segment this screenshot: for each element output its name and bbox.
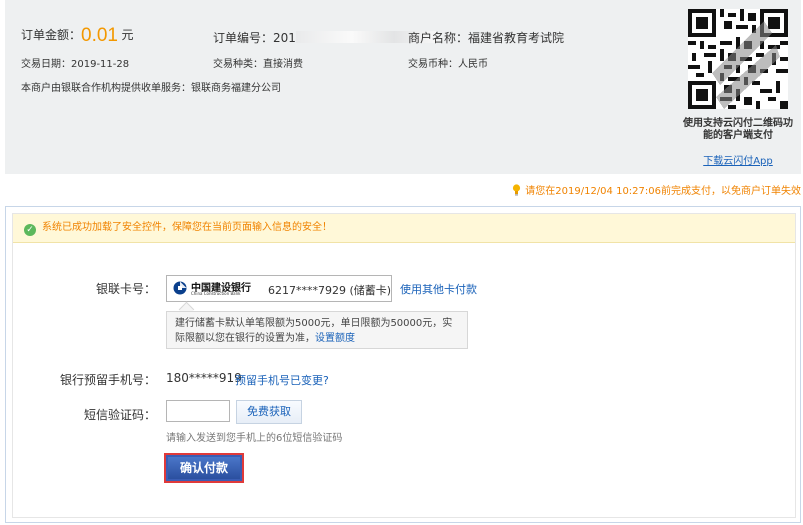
trade-date: 交易日期：2019-11-28 bbox=[21, 59, 130, 70]
acquirer-service-text: 本商户由银联合作机构提供收单服务：银联商务福建分公司 bbox=[21, 83, 281, 94]
payment-form: ✓ 系统已成功加载了安全控件，保障您在当前页面输入信息的安全！ bbox=[12, 213, 796, 518]
sms-hint: 请输入发送到您手机上的6位短信验证码 bbox=[166, 433, 343, 444]
merchant-name: 商户名称：福建省教育考试院 bbox=[408, 31, 565, 45]
card-number: 6217****7929 (储蓄卡) bbox=[268, 284, 392, 297]
qr-code bbox=[688, 9, 788, 109]
sms-code-input[interactable] bbox=[166, 400, 230, 422]
phone-label: 银行预留手机号： bbox=[59, 373, 156, 387]
card-number-label: 银联卡号： bbox=[95, 282, 156, 296]
payment-panel: ✓ 系统已成功加载了安全控件，保障您在当前页面输入信息的安全！ bbox=[5, 206, 801, 523]
selected-card[interactable]: 中国建设银行 China Construction Bank 6217****7… bbox=[166, 275, 392, 302]
download-app-link[interactable]: 下载云闪付App bbox=[681, 152, 795, 167]
limit-tip: 建行储蓄卡默认单笔限额为5000元，单日限额为50000元，实际限额以您在银行的… bbox=[166, 311, 468, 349]
trade-currency: 交易币种：人民币 bbox=[408, 59, 488, 70]
check-icon: ✓ bbox=[24, 224, 36, 236]
confirm-payment-button[interactable]: 确认付款 bbox=[164, 453, 244, 483]
lightbulb-icon bbox=[513, 184, 521, 196]
ccb-logo-icon bbox=[173, 281, 187, 295]
reserved-phone: 180*****919 bbox=[166, 371, 242, 385]
amount-value: 0.01 bbox=[81, 25, 118, 46]
order-amount: 订单金额：0.01 元 bbox=[21, 25, 134, 46]
bank-name-en: China Construction Bank bbox=[191, 291, 241, 296]
use-other-card-link[interactable]: 使用其他卡付款 bbox=[400, 281, 477, 297]
get-sms-code-button[interactable]: 免费获取 bbox=[236, 400, 302, 424]
set-limit-link[interactable]: 设置额度 bbox=[315, 333, 355, 344]
security-banner: ✓ 系统已成功加载了安全控件，保障您在当前页面输入信息的安全！ bbox=[13, 214, 795, 243]
order-summary-panel: 订单金额：0.01 元 订单编号：201 商户名称：福建省教育考试院 交易日期：… bbox=[5, 0, 801, 174]
order-number: 订单编号：201 bbox=[213, 29, 436, 46]
qr-caption: 使用支持云闪付二维码功能的客户端支付 bbox=[683, 118, 793, 141]
phone-changed-link[interactable]: 预留手机号已变更? bbox=[235, 372, 329, 388]
payment-deadline-notice: 请您在2019/12/04 10:27:06前完成支付，以免商户订单失效 bbox=[512, 182, 801, 197]
sms-code-label: 短信验证码： bbox=[83, 408, 156, 422]
trade-type: 交易种类：直接消费 bbox=[213, 59, 303, 70]
